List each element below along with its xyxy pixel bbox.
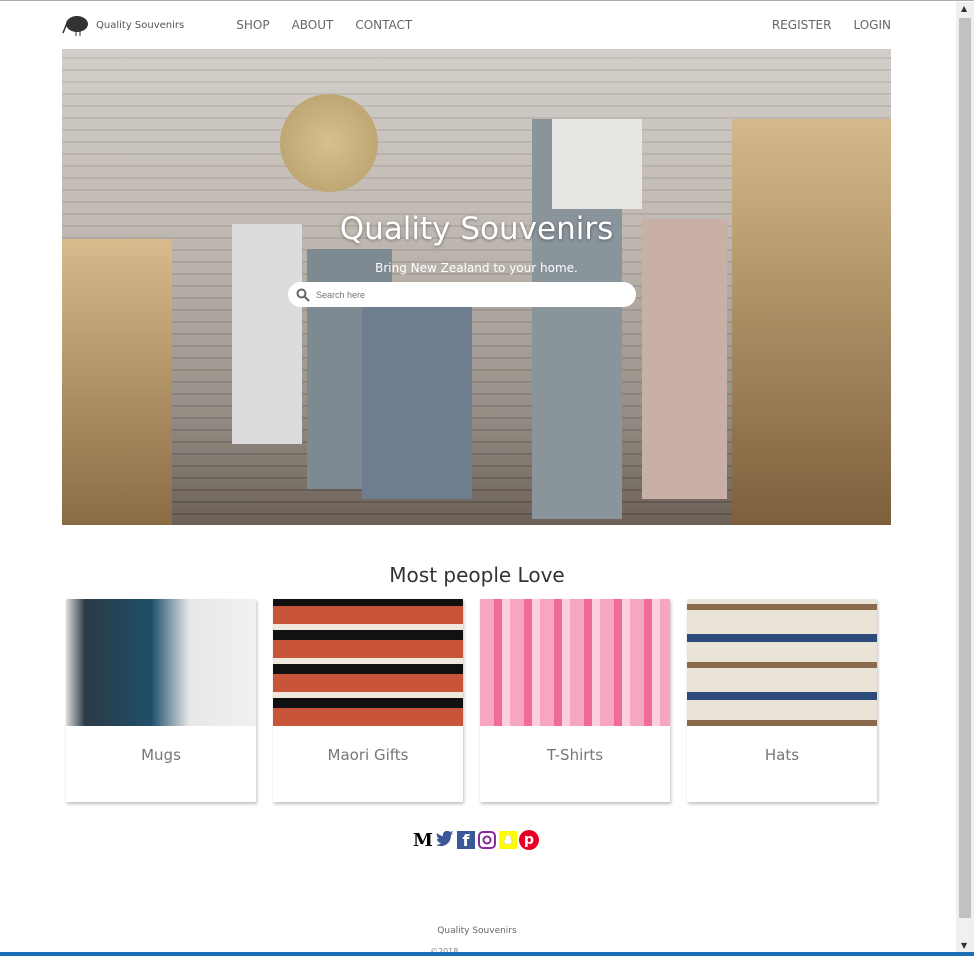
maori-gifts-image [273,599,463,726]
medium-icon[interactable]: M [413,830,433,851]
search-bar[interactable] [288,282,636,307]
footer-brand: Quality Souvenirs [437,926,517,936]
hat-decoration [280,94,378,192]
brand-name: Quality Souvenirs [96,19,185,31]
nav-login[interactable]: LOGIN [853,18,891,32]
brand-link[interactable]: Quality Souvenirs [62,13,184,37]
facebook-icon[interactable]: f [457,831,475,850]
category-card-t-shirts[interactable]: T-Shirts [480,599,670,802]
card-label: T-Shirts [546,746,604,764]
mugs-image [66,599,256,726]
card-label: Maori Gifts [327,746,409,764]
hero-subtitle: Bring New Zealand to your home. [375,261,578,275]
scroll-up-icon[interactable]: ▲ [961,4,967,13]
category-card-mugs[interactable]: Mugs [66,599,256,802]
snapchat-icon[interactable] [499,831,517,849]
scroll-down-icon[interactable]: ▼ [961,941,967,950]
category-card-maori-gifts[interactable]: Maori Gifts [273,599,463,802]
card-label: Hats [764,746,800,764]
vertical-scrollbar[interactable]: ▲ ▼ [956,2,974,952]
hero-title: Quality Souvenirs [339,211,614,247]
nav-contact[interactable]: CONTACT [355,18,412,32]
nav-shop[interactable]: SHOP [236,18,269,32]
hats-image [687,599,877,726]
search-input[interactable] [316,289,616,300]
taskbar-edge [0,952,974,956]
scrollbar-thumb[interactable] [959,18,971,918]
section-title: Most people Love [389,563,565,587]
nav-register[interactable]: REGISTER [772,18,832,32]
pinterest-icon[interactable]: p [519,830,539,850]
t-shirts-image [480,599,670,726]
card-label: Mugs [141,746,181,764]
nav-about[interactable]: ABOUT [292,18,334,32]
category-card-hats[interactable]: Hats [687,599,877,802]
kiwi-logo-icon [62,16,88,36]
twitter-icon[interactable] [435,830,455,850]
instagram-icon[interactable] [477,830,497,850]
search-icon [296,288,310,302]
hero-banner: Quality Souvenirs Bring New Zealand to y… [62,49,891,525]
navbar: Quality Souvenirs SHOP ABOUT CONTACT REG… [62,1,891,49]
social-links: M f p [413,830,539,851]
